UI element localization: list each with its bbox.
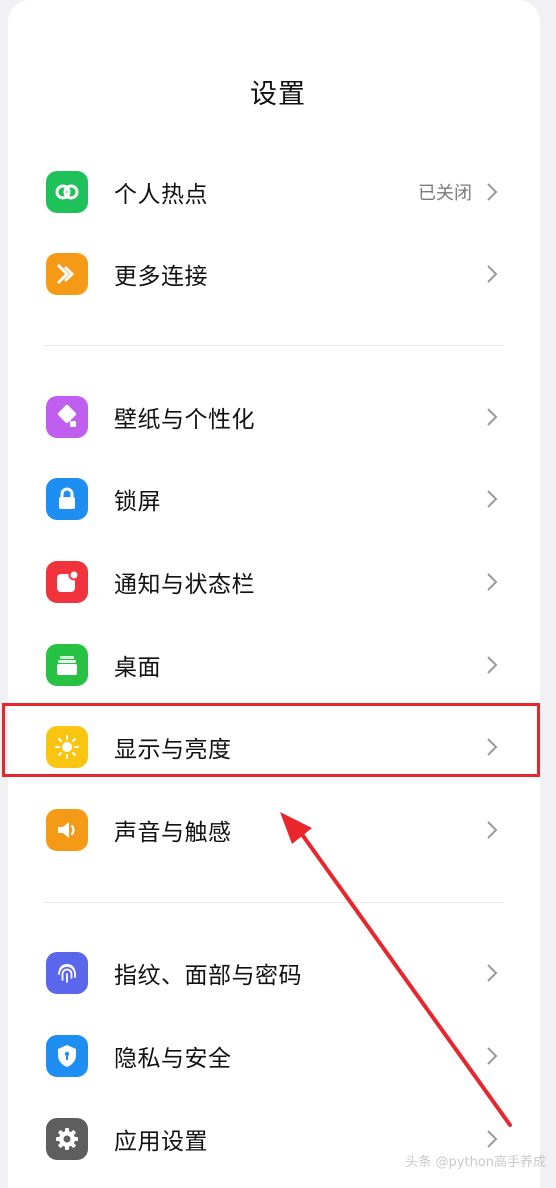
desktop-icon — [46, 644, 88, 686]
lock-icon — [46, 478, 88, 520]
hotspot-icon — [46, 171, 88, 213]
settings-item-label: 隐私与安全 — [114, 1046, 232, 1072]
chevron-right-icon — [487, 490, 498, 508]
settings-item-more-connections[interactable]: 更多连接 — [8, 233, 540, 315]
settings-item-label: 壁纸与个性化 — [114, 407, 255, 433]
settings-item-label: 指纹、面部与密码 — [114, 963, 302, 989]
gear-icon — [46, 1118, 88, 1160]
chevron-right-icon — [487, 265, 498, 283]
settings-item-label: 声音与触感 — [114, 820, 232, 846]
settings-item-desktop[interactable]: 桌面 — [8, 624, 540, 706]
chevron-right-icon — [487, 656, 498, 674]
chevron-right-icon — [487, 738, 498, 756]
wallpaper-icon — [46, 396, 88, 438]
chevron-right-icon — [487, 1047, 498, 1065]
chevron-right-icon — [487, 964, 498, 982]
settings-item-sound-haptics[interactable]: 声音与触感 — [8, 789, 540, 871]
settings-item-display-brightness[interactable]: 显示与亮度 — [8, 706, 540, 788]
chevron-right-icon — [487, 573, 498, 591]
chevron-right-icon — [487, 1130, 498, 1148]
settings-item-label: 个人热点 — [114, 182, 208, 208]
fingerprint-icon — [46, 952, 88, 994]
page-title: 设置 — [250, 79, 306, 110]
settings-item-value: 已关闭 — [418, 183, 472, 204]
group-divider — [44, 902, 504, 903]
settings-item-label: 通知与状态栏 — [114, 572, 255, 598]
settings-item-notifications[interactable]: 通知与状态栏 — [8, 541, 540, 623]
settings-item-label: 更多连接 — [114, 264, 208, 290]
watermark: 头条 @python高手养成 — [405, 1155, 546, 1170]
privacy-shield-icon — [46, 1035, 88, 1077]
notification-icon — [46, 561, 88, 603]
more-connections-icon — [46, 253, 88, 295]
group-divider — [44, 345, 504, 346]
chevron-right-icon — [487, 408, 498, 426]
settings-item-privacy-security[interactable]: 隐私与安全 — [8, 1015, 540, 1097]
settings-item-label: 锁屏 — [114, 489, 161, 515]
settings-item-hotspot[interactable]: 个人热点 已关闭 — [8, 151, 540, 233]
brightness-icon — [46, 726, 88, 768]
settings-item-label: 桌面 — [114, 655, 161, 681]
settings-item-label: 应用设置 — [114, 1129, 208, 1155]
chevron-right-icon — [487, 183, 498, 201]
settings-item-wallpaper[interactable]: 壁纸与个性化 — [8, 376, 540, 458]
settings-item-lock-screen[interactable]: 锁屏 — [8, 458, 540, 540]
settings-item-label: 显示与亮度 — [114, 737, 232, 763]
settings-item-fingerprint-face-password[interactable]: 指纹、面部与密码 — [8, 932, 540, 1014]
sound-icon — [46, 809, 88, 851]
chevron-right-icon — [487, 821, 498, 839]
